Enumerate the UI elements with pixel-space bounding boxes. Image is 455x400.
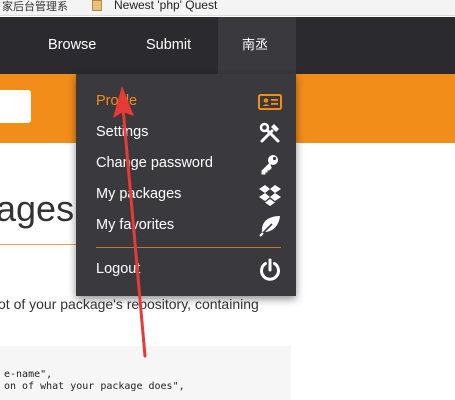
bookmark-item-admin[interactable]: 家后台管理系 [2, 0, 68, 14]
menu-divider [96, 247, 281, 248]
user-dropdown-menu: Profile Settings Change password My pack… [76, 74, 296, 296]
code-line: e-name", [4, 369, 53, 380]
search-input[interactable] [0, 90, 31, 123]
id-card-icon [258, 94, 282, 110]
menu-item-my-packages[interactable]: My packages [76, 179, 296, 210]
menu-item-label: Logout [96, 261, 141, 277]
bookmarks-bar: 家后台管理系 Newest 'php' Quest [0, 0, 455, 16]
menu-item-label: My packages [96, 186, 182, 202]
tools-icon [259, 122, 280, 143]
menu-item-profile[interactable]: Profile [76, 86, 296, 117]
code-line: on of what your package does", [4, 381, 185, 392]
nav-submit-link[interactable]: Submit [146, 17, 191, 74]
intro-paragraph: ot of your package's repository, contain… [0, 296, 259, 312]
nav-browse-link[interactable]: Browse [48, 17, 96, 74]
menu-item-label: Settings [96, 124, 149, 140]
bookmark-item-php[interactable]: Newest 'php' Quest [114, 0, 217, 12]
dropbox-icon [259, 185, 281, 206]
menu-item-label: Change password [96, 155, 213, 171]
menu-item-settings[interactable]: Settings [76, 117, 296, 148]
menu-item-my-favorites[interactable]: My favorites [76, 210, 296, 241]
key-icon [261, 155, 278, 175]
menu-item-change-password[interactable]: Change password [76, 148, 296, 179]
power-icon [260, 258, 280, 281]
nav-user-link[interactable]: 南丞 [242, 17, 268, 74]
top-navbar: Browse Submit 南丞 [0, 17, 455, 74]
menu-item-label: My favorites [96, 217, 175, 233]
page-title: ages [0, 188, 75, 229]
bookmark-page-icon [92, 0, 102, 11]
menu-item-label: Profile [96, 93, 138, 109]
menu-item-logout[interactable]: Logout [76, 254, 296, 285]
leaf-icon [259, 216, 280, 237]
